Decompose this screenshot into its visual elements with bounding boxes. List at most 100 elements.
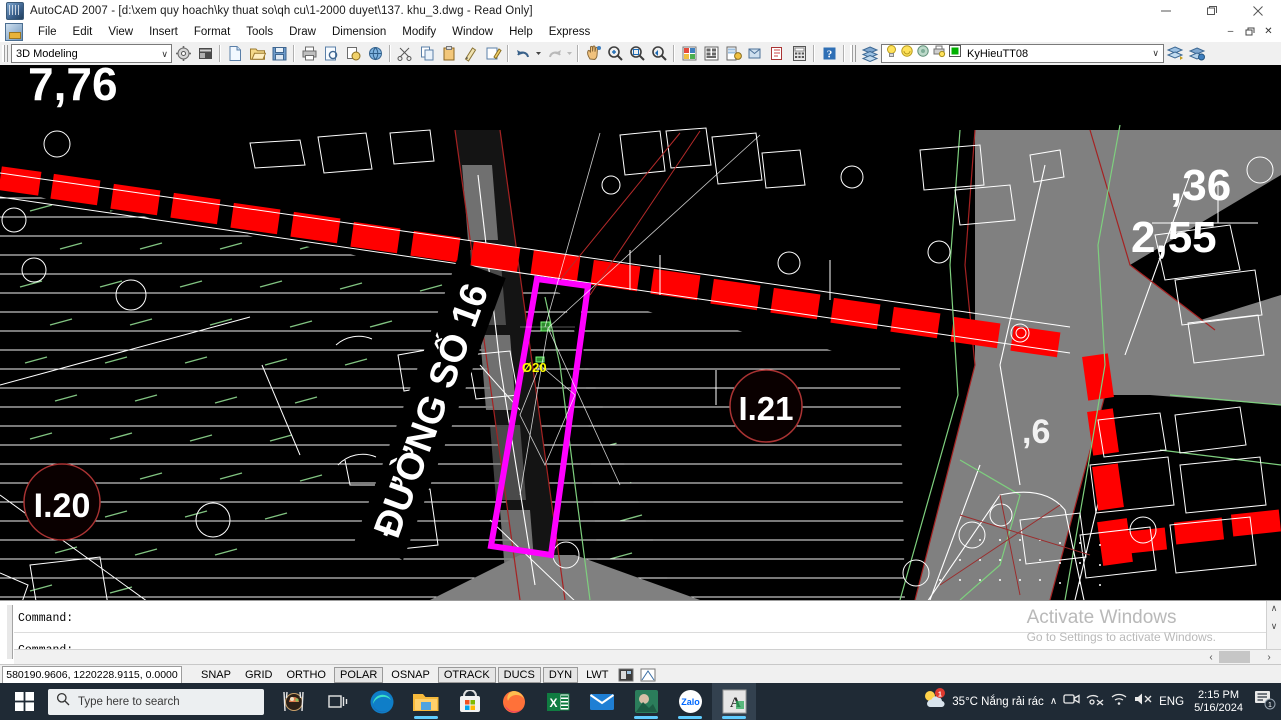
- photo-app-icon[interactable]: [624, 683, 668, 720]
- food-widget-icon[interactable]: [272, 683, 316, 720]
- layer-combo[interactable]: KyHieuTT08 ∨: [881, 44, 1164, 63]
- model-space-icon[interactable]: [617, 667, 635, 683]
- firefox-icon[interactable]: [492, 683, 536, 720]
- publish-icon[interactable]: [342, 43, 364, 64]
- menu-edit[interactable]: Edit: [65, 24, 101, 40]
- windows-start-icon[interactable]: [0, 683, 48, 720]
- 3dprint-icon[interactable]: [364, 43, 386, 64]
- scroll-left-arrow-icon[interactable]: ‹: [1204, 650, 1218, 664]
- weather-text[interactable]: 35°C Nắng rải rác: [952, 696, 1044, 708]
- workspace-my-icon[interactable]: [194, 43, 216, 64]
- volume-muted-icon[interactable]: [1134, 692, 1153, 711]
- ortho-toggle[interactable]: ORTHO: [280, 667, 332, 683]
- osnap-toggle[interactable]: OSNAP: [385, 667, 436, 683]
- task-view-icon[interactable]: [316, 683, 360, 720]
- menu-draw[interactable]: Draw: [281, 24, 324, 40]
- designcenter-icon[interactable]: [700, 43, 722, 64]
- dyn-toggle[interactable]: DYN: [542, 666, 579, 683]
- notification-icon[interactable]: 1: [1253, 688, 1277, 715]
- cut-icon[interactable]: [394, 43, 416, 64]
- menu-window[interactable]: Window: [444, 24, 501, 40]
- scroll-right-arrow-icon[interactable]: ›: [1262, 650, 1276, 664]
- menu-tools[interactable]: Tools: [238, 24, 281, 40]
- wifi-icon[interactable]: [1110, 692, 1128, 711]
- clock[interactable]: 2:15 PM 5/16/2024: [1190, 689, 1247, 715]
- quickcalc-icon[interactable]: [788, 43, 810, 64]
- polar-toggle[interactable]: POLAR: [334, 666, 384, 683]
- layer-previous-icon[interactable]: [1164, 43, 1186, 64]
- menu-file[interactable]: File: [30, 24, 65, 40]
- pan-icon[interactable]: [582, 43, 604, 64]
- open-icon[interactable]: [246, 43, 268, 64]
- copy-icon[interactable]: [416, 43, 438, 64]
- command-window[interactable]: Command: Command: Activate Windows Go to…: [0, 600, 1281, 665]
- zoom-previous-icon[interactable]: [648, 43, 670, 64]
- menu-help[interactable]: Help: [501, 24, 541, 40]
- menu-express[interactable]: Express: [541, 24, 599, 40]
- redo-icon[interactable]: [543, 43, 565, 64]
- annotation-scale-icon[interactable]: [639, 667, 657, 683]
- meet-now-icon[interactable]: [1063, 692, 1080, 711]
- zoom-window-icon[interactable]: [626, 43, 648, 64]
- toolbar-grip[interactable]: [2, 45, 8, 62]
- menu-view[interactable]: View: [100, 24, 141, 40]
- menu-insert[interactable]: Insert: [141, 24, 186, 40]
- search-input[interactable]: Type here to search: [48, 688, 264, 715]
- properties-icon[interactable]: [678, 43, 700, 64]
- language-indicator[interactable]: ENG: [1159, 696, 1184, 708]
- tool-palettes-icon[interactable]: [722, 43, 744, 64]
- layer-manager-icon[interactable]: [859, 43, 881, 64]
- undo-dropdown-icon[interactable]: [534, 43, 543, 64]
- layer-state-icon[interactable]: [1186, 43, 1208, 64]
- close-button[interactable]: [1235, 0, 1281, 22]
- lwt-toggle[interactable]: LWT: [580, 667, 614, 683]
- document-restore-button[interactable]: [1241, 24, 1258, 39]
- ducs-toggle[interactable]: DUCS: [497, 666, 541, 683]
- plot-layer-icon[interactable]: [932, 44, 946, 63]
- cad-drawing[interactable]: ĐƯỜNG SỐ 16 I.20 I.21 7,76 ,36 2,55 Ø20 …: [0, 65, 1281, 600]
- matchprop-icon[interactable]: [460, 43, 482, 64]
- paste-icon[interactable]: [438, 43, 460, 64]
- otrack-toggle[interactable]: OTRACK: [437, 666, 496, 683]
- sun-freeze-icon[interactable]: [900, 44, 914, 63]
- zoom-realtime-icon[interactable]: [604, 43, 626, 64]
- layer-toolbar-grip[interactable]: [850, 45, 856, 62]
- command-vertical-scrollbar[interactable]: ∧ ∨: [1266, 601, 1281, 649]
- undo-icon[interactable]: [512, 43, 534, 64]
- lightbulb-on-icon[interactable]: [885, 44, 898, 63]
- microsoft-edge-icon[interactable]: [360, 683, 404, 720]
- document-minimize-button[interactable]: –: [1222, 24, 1239, 39]
- help-icon[interactable]: ?: [818, 43, 840, 64]
- plot-icon[interactable]: [298, 43, 320, 64]
- lock-open-icon[interactable]: [916, 44, 930, 63]
- maximize-button[interactable]: [1189, 0, 1235, 22]
- coordinates-display[interactable]: 580190.9606, 1220228.9115, 0.0000: [2, 665, 182, 684]
- layer-color-swatch[interactable]: [948, 44, 962, 63]
- menu-format[interactable]: Format: [186, 24, 238, 40]
- file-explorer-icon[interactable]: [404, 683, 448, 720]
- block-editor-icon[interactable]: [482, 43, 504, 64]
- grid-toggle[interactable]: GRID: [239, 667, 279, 683]
- tray-chevron-up-icon[interactable]: ∧: [1050, 696, 1057, 707]
- scroll-thumb[interactable]: [1219, 651, 1250, 663]
- mail-icon[interactable]: [580, 683, 624, 720]
- qnew-icon[interactable]: [224, 43, 246, 64]
- plot-preview-icon[interactable]: [320, 43, 342, 64]
- document-close-button[interactable]: ✕: [1260, 24, 1277, 39]
- sheet-set-icon[interactable]: [744, 43, 766, 64]
- drawing-canvas[interactable]: ĐƯỜNG SỐ 16 I.20 I.21 7,76 ,36 2,55 Ø20 …: [0, 65, 1281, 600]
- zalo-icon[interactable]: Zalo: [668, 683, 712, 720]
- weather-partly-cloudy-icon[interactable]: 1: [922, 688, 946, 715]
- autocad-icon[interactable]: A: [712, 683, 756, 720]
- minimize-button[interactable]: [1143, 0, 1189, 22]
- scroll-up-arrow-icon[interactable]: ∧: [1267, 601, 1281, 615]
- markup-set-icon[interactable]: [766, 43, 788, 64]
- redo-dropdown-icon[interactable]: [565, 43, 574, 64]
- excel-icon[interactable]: X: [536, 683, 580, 720]
- network-unavailable-icon[interactable]: [1086, 692, 1104, 711]
- workspace-combo[interactable]: 3D Modeling ∨: [11, 44, 172, 63]
- scroll-down-arrow-icon[interactable]: ∨: [1267, 619, 1281, 633]
- menu-modify[interactable]: Modify: [394, 24, 444, 40]
- menu-dimension[interactable]: Dimension: [324, 24, 394, 40]
- workspace-settings-icon[interactable]: [172, 43, 194, 64]
